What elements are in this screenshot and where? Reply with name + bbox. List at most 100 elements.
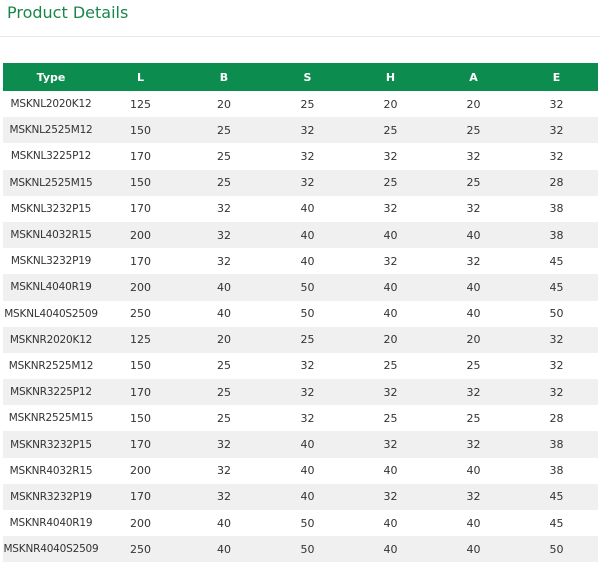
table-row: MSKNR2525M15 150 25 32 25 25 28: [3, 405, 598, 432]
column-header-b: B: [182, 63, 266, 91]
cell-b: 32: [182, 195, 266, 222]
cell-b: 32: [182, 248, 266, 275]
cell-a: 25: [432, 352, 515, 380]
table-header-row: Type L B S H A E: [3, 63, 598, 91]
cell-h: 25: [349, 352, 432, 380]
cell-b: 32: [182, 483, 266, 510]
cell-type: MSKNR3232P19: [3, 483, 99, 510]
cell-e: 45: [515, 510, 598, 537]
cell-s: 50: [266, 300, 349, 327]
cell-b: 25: [182, 352, 266, 380]
cell-s: 50: [266, 536, 349, 563]
cell-type: MSKNR3225P12: [3, 379, 99, 406]
cell-type: MSKNL4032R15: [3, 221, 99, 249]
cell-a: 40: [432, 221, 515, 249]
cell-h: 25: [349, 169, 432, 196]
cell-e: 38: [515, 431, 598, 458]
table-row: MSKNL4032R15 200 32 40 40 40 38: [3, 221, 598, 249]
cell-b: 40: [182, 300, 266, 327]
cell-a: 32: [432, 248, 515, 275]
cell-b: 32: [182, 221, 266, 249]
cell-b: 25: [182, 117, 266, 144]
cell-s: 32: [266, 169, 349, 196]
cell-h: 40: [349, 274, 432, 301]
cell-a: 40: [432, 457, 515, 484]
column-header-l: L: [99, 63, 182, 91]
cell-s: 25: [266, 91, 349, 118]
cell-s: 40: [266, 195, 349, 222]
cell-l: 150: [99, 352, 182, 380]
cell-e: 32: [515, 91, 598, 118]
cell-l: 170: [99, 143, 182, 170]
column-header-a: A: [432, 63, 515, 91]
cell-type: MSKNR3232P15: [3, 431, 99, 458]
cell-e: 32: [515, 326, 598, 353]
table-row: MSKNL2525M12 150 25 32 25 25 32: [3, 117, 598, 144]
cell-h: 40: [349, 300, 432, 327]
cell-b: 40: [182, 510, 266, 537]
cell-type: MSKNR2525M12: [3, 352, 99, 380]
table-row: MSKNL2020K12 125 20 25 20 20 32: [3, 91, 598, 118]
cell-s: 40: [266, 248, 349, 275]
cell-a: 25: [432, 405, 515, 432]
cell-a: 25: [432, 117, 515, 144]
table-row: MSKNR4040S2509 250 40 50 40 40 50: [3, 536, 598, 563]
table-row: MSKNR3225P12 170 25 32 32 32 32: [3, 379, 598, 406]
page-title: Product Details: [7, 3, 129, 22]
cell-a: 40: [432, 300, 515, 327]
cell-type: MSKNR4040S2509: [3, 536, 99, 563]
cell-type: MSKNL3225P12: [3, 143, 99, 170]
cell-s: 40: [266, 483, 349, 510]
cell-s: 32: [266, 352, 349, 380]
cell-b: 40: [182, 536, 266, 563]
cell-a: 32: [432, 195, 515, 222]
cell-e: 50: [515, 300, 598, 327]
column-header-h: H: [349, 63, 432, 91]
table-row: MSKNL3225P12 170 25 32 32 32 32: [3, 143, 598, 170]
cell-a: 25: [432, 169, 515, 196]
product-spec-table: Type L B S H A E MSKNL2020K12 125 20 25 20 20 32 MSKN…: [3, 63, 598, 563]
cell-s: 40: [266, 457, 349, 484]
cell-h: 40: [349, 536, 432, 563]
cell-e: 32: [515, 379, 598, 406]
cell-e: 38: [515, 195, 598, 222]
cell-l: 200: [99, 274, 182, 301]
cell-b: 32: [182, 431, 266, 458]
cell-s: 50: [266, 274, 349, 301]
cell-type: MSKNR2020K12: [3, 326, 99, 353]
cell-a: 32: [432, 379, 515, 406]
cell-e: 45: [515, 248, 598, 275]
title-divider: [0, 36, 600, 37]
cell-e: 50: [515, 536, 598, 563]
cell-b: 40: [182, 274, 266, 301]
table-body: MSKNL2020K12 125 20 25 20 20 32 MSKNL2525M12 150…: [3, 91, 598, 563]
column-header-s: S: [266, 63, 349, 91]
cell-a: 40: [432, 274, 515, 301]
cell-a: 32: [432, 483, 515, 510]
cell-e: 28: [515, 169, 598, 196]
cell-type: MSKNL2525M12: [3, 117, 99, 144]
cell-l: 200: [99, 510, 182, 537]
cell-b: 25: [182, 143, 266, 170]
cell-b: 25: [182, 405, 266, 432]
cell-l: 150: [99, 117, 182, 144]
cell-l: 200: [99, 221, 182, 249]
cell-e: 38: [515, 457, 598, 484]
cell-b: 25: [182, 169, 266, 196]
cell-h: 32: [349, 248, 432, 275]
cell-l: 200: [99, 457, 182, 484]
cell-s: 32: [266, 405, 349, 432]
cell-type: MSKNR2525M15: [3, 405, 99, 432]
cell-l: 170: [99, 248, 182, 275]
cell-e: 45: [515, 274, 598, 301]
cell-h: 32: [349, 195, 432, 222]
cell-a: 32: [432, 143, 515, 170]
cell-s: 50: [266, 510, 349, 537]
cell-s: 40: [266, 221, 349, 249]
table-row: MSKNL3232P19 170 32 40 32 32 45: [3, 248, 598, 275]
cell-l: 170: [99, 195, 182, 222]
cell-type: MSKNL3232P19: [3, 248, 99, 275]
cell-l: 125: [99, 91, 182, 118]
cell-b: 25: [182, 379, 266, 406]
cell-e: 45: [515, 483, 598, 510]
